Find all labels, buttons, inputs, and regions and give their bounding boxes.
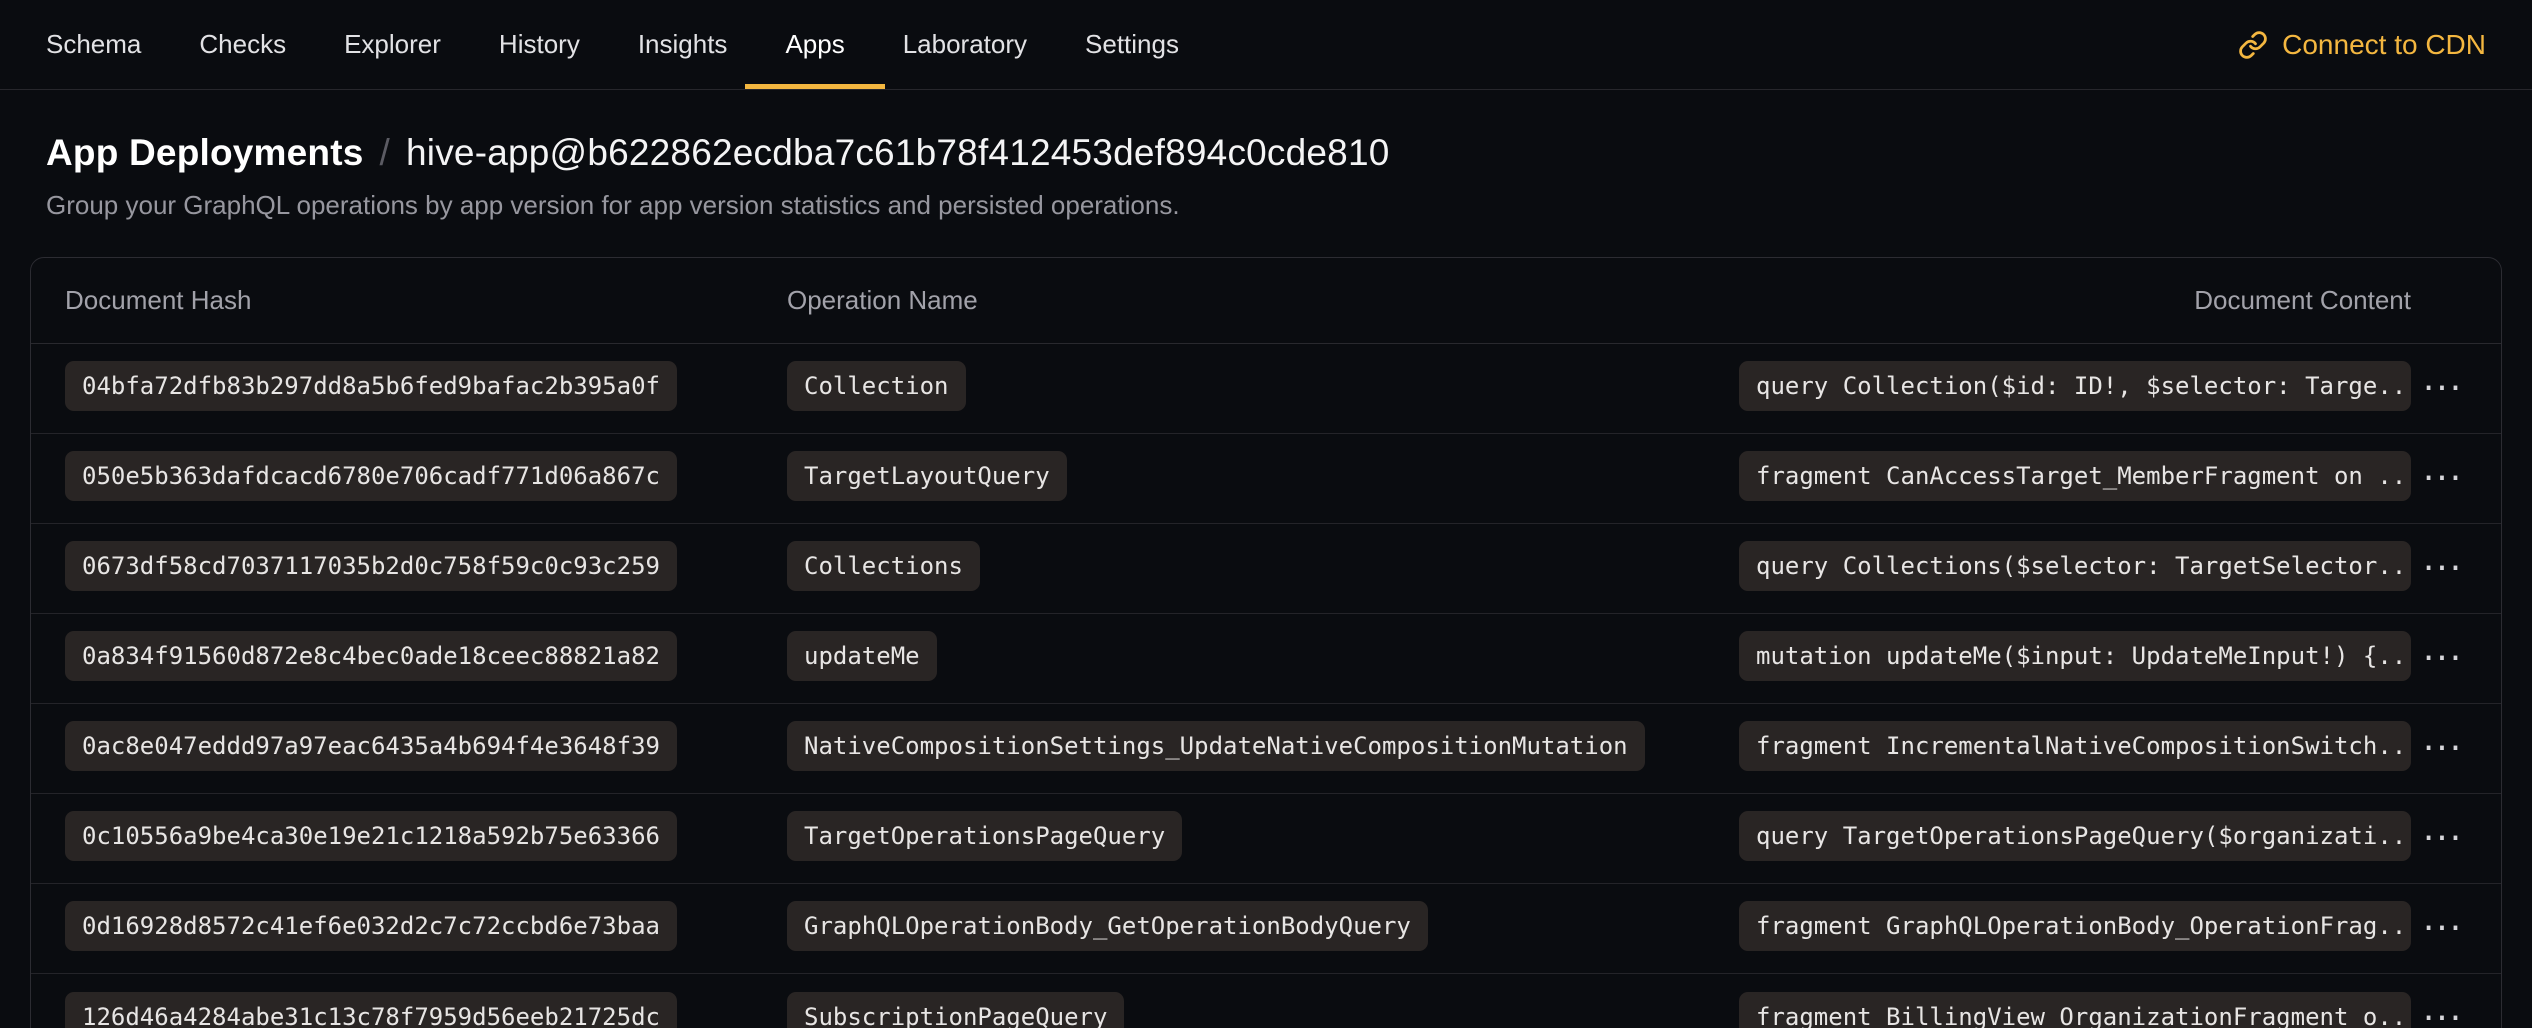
column-header-document-content: Document Content bbox=[1739, 285, 2411, 316]
nav-tab-history[interactable]: History bbox=[499, 0, 580, 89]
operation-name-badge: NativeCompositionSettings_UpdateNativeCo… bbox=[787, 721, 1645, 771]
page-subtitle: Group your GraphQL operations by app ver… bbox=[46, 190, 2486, 221]
operation-name-badge: TargetOperationsPageQuery bbox=[787, 811, 1182, 861]
document-hash-badge: 04bfa72dfb83b297dd8a5b6fed9bafac2b395a0f bbox=[65, 361, 677, 411]
nav-tab-checks[interactable]: Checks bbox=[199, 0, 286, 89]
table-row: 0c10556a9be4ca30e19e21c1218a592b75e63366… bbox=[31, 794, 2501, 884]
table-row: 0ac8e047eddd97a97eac6435a4b694f4e3648f39… bbox=[31, 704, 2501, 794]
page-heading: App Deployments / hive-app@b622862ecdba7c6… bbox=[0, 90, 2532, 221]
nav-tab-label: Laboratory bbox=[903, 29, 1027, 60]
breadcrumb-app-id: hive-app@b622862ecdba7c61b78f412453def89… bbox=[406, 132, 1390, 173]
column-header-operation-name: Operation Name bbox=[787, 285, 1739, 316]
nav-tab-label: History bbox=[499, 29, 580, 60]
document-content-badge: query Collections($selector: TargetSelec… bbox=[1739, 541, 2411, 591]
nav-tab-explorer[interactable]: Explorer bbox=[344, 0, 441, 89]
table-row: 0d16928d8572c41ef6e032d2c7c72ccbd6e73baa… bbox=[31, 884, 2501, 974]
row-menu-button[interactable]: ··· bbox=[2411, 828, 2475, 850]
row-menu-button[interactable]: ··· bbox=[2411, 648, 2475, 670]
table-row: 126d46a4284abe31c13c78f7959d56eeb21725dc… bbox=[31, 974, 2501, 1028]
table-row: 0673df58cd7037117035b2d0c758f59c0c93c259… bbox=[31, 524, 2501, 614]
link-icon bbox=[2238, 30, 2268, 60]
nav-tab-label: Schema bbox=[46, 29, 141, 60]
nav-tab-schema[interactable]: Schema bbox=[46, 0, 141, 89]
nav-tab-label: Settings bbox=[1085, 29, 1179, 60]
document-hash-badge: 050e5b363dafdcacd6780e706cadf771d06a867c bbox=[65, 451, 677, 501]
top-navigation: Schema Checks Explorer History Insights … bbox=[0, 0, 2532, 90]
operation-name-badge: Collections bbox=[787, 541, 980, 591]
nav-tabs: Schema Checks Explorer History Insights … bbox=[46, 0, 1179, 89]
nav-tab-label: Checks bbox=[199, 29, 286, 60]
document-hash-badge: 0a834f91560d872e8c4bec0ade18ceec88821a82 bbox=[65, 631, 677, 681]
nav-tab-apps[interactable]: Apps bbox=[785, 0, 844, 89]
document-hash-badge: 0d16928d8572c41ef6e032d2c7c72ccbd6e73baa bbox=[65, 901, 677, 951]
table-row: 050e5b363dafdcacd6780e706cadf771d06a867c… bbox=[31, 434, 2501, 524]
column-header-document-hash: Document Hash bbox=[65, 285, 787, 316]
row-menu-button[interactable]: ··· bbox=[2411, 918, 2475, 940]
document-hash-badge: 0ac8e047eddd97a97eac6435a4b694f4e3648f39 bbox=[65, 721, 677, 771]
nav-tab-label: Explorer bbox=[344, 29, 441, 60]
document-content-badge: fragment IncrementalNativeCompositionSwi… bbox=[1739, 721, 2411, 771]
nav-tab-label: Insights bbox=[638, 29, 728, 60]
document-content-badge: query Collection($id: ID!, $selector: Ta… bbox=[1739, 361, 2411, 411]
operation-name-badge: Collection bbox=[787, 361, 966, 411]
connect-to-cdn-label: Connect to CDN bbox=[2282, 29, 2486, 61]
table-header-row: Document Hash Operation Name Document Co… bbox=[31, 258, 2501, 344]
document-content-badge: fragment GraphQLOperationBody_OperationF… bbox=[1739, 901, 2411, 951]
connect-to-cdn-button[interactable]: Connect to CDN bbox=[2238, 0, 2486, 89]
nav-tab-label: Apps bbox=[785, 29, 844, 60]
operation-name-badge: updateMe bbox=[787, 631, 937, 681]
documents-table: Document Hash Operation Name Document Co… bbox=[30, 257, 2502, 1028]
document-content-badge: fragment BillingView_OrganizationFragmen… bbox=[1739, 992, 2411, 1028]
breadcrumb-separator: / bbox=[380, 132, 390, 173]
nav-tab-laboratory[interactable]: Laboratory bbox=[903, 0, 1027, 89]
document-hash-badge: 0673df58cd7037117035b2d0c758f59c0c93c259 bbox=[65, 541, 677, 591]
row-menu-button[interactable]: ··· bbox=[2411, 378, 2475, 400]
operation-name-badge: GraphQLOperationBody_GetOperationBodyQue… bbox=[787, 901, 1428, 951]
operation-name-badge: TargetLayoutQuery bbox=[787, 451, 1067, 501]
table-row: 0a834f91560d872e8c4bec0ade18ceec88821a82… bbox=[31, 614, 2501, 704]
breadcrumb: App Deployments / hive-app@b622862ecdba7c6… bbox=[46, 132, 2486, 174]
operation-name-badge: SubscriptionPageQuery bbox=[787, 992, 1124, 1028]
row-menu-button[interactable]: ··· bbox=[2411, 738, 2475, 760]
document-hash-badge: 0c10556a9be4ca30e19e21c1218a592b75e63366 bbox=[65, 811, 677, 861]
table-row: 04bfa72dfb83b297dd8a5b6fed9bafac2b395a0f… bbox=[31, 344, 2501, 434]
nav-tab-settings[interactable]: Settings bbox=[1085, 0, 1179, 89]
document-content-badge: query TargetOperationsPageQuery($organiz… bbox=[1739, 811, 2411, 861]
document-hash-badge: 126d46a4284abe31c13c78f7959d56eeb21725dc bbox=[65, 992, 677, 1028]
table-body: 04bfa72dfb83b297dd8a5b6fed9bafac2b395a0f… bbox=[31, 344, 2501, 1028]
document-content-badge: mutation updateMe($input: UpdateMeInput!… bbox=[1739, 631, 2411, 681]
nav-tab-insights[interactable]: Insights bbox=[638, 0, 728, 89]
row-menu-button[interactable]: ··· bbox=[2411, 468, 2475, 490]
row-menu-button[interactable]: ··· bbox=[2411, 558, 2475, 580]
breadcrumb-app-deployments-link[interactable]: App Deployments bbox=[46, 132, 364, 173]
document-content-badge: fragment CanAccessTarget_MemberFragment … bbox=[1739, 451, 2411, 501]
row-menu-button[interactable]: ··· bbox=[2411, 1008, 2475, 1028]
